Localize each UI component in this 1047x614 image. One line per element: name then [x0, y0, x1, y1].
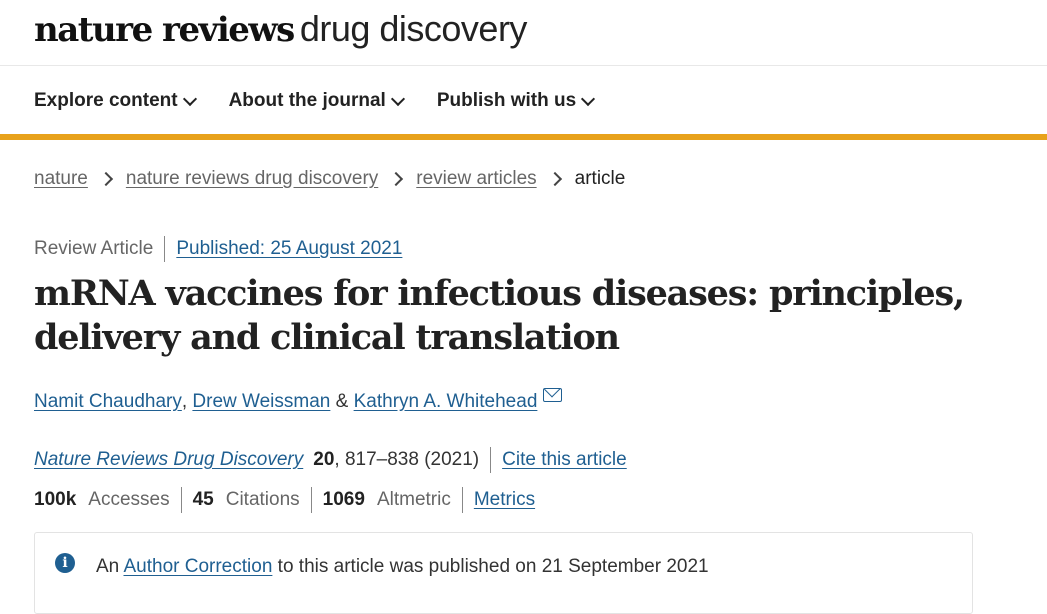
breadcrumb-current: article: [574, 168, 626, 189]
accesses-label: Accesses: [88, 489, 170, 510]
altmetric-score: 1069: [322, 489, 365, 510]
author-separator: &: [330, 391, 354, 412]
site-logo[interactable]: nature reviews drug discovery: [34, 6, 527, 52]
chevron-down-icon: [182, 91, 197, 106]
author-list: Namit Chaudhary, Drew Weissman & Kathryn…: [34, 388, 563, 416]
email-icon[interactable]: [543, 388, 563, 402]
divider: [310, 487, 312, 513]
author-link[interactable]: Drew Weissman: [192, 391, 330, 413]
notice-prefix: An: [96, 556, 124, 577]
article-metrics: 100k Accesses 45 Citations 1069 Altmetri…: [34, 486, 535, 514]
correction-notice: i An Author Correction to this article w…: [34, 532, 973, 614]
chevron-down-icon: [390, 91, 405, 106]
citation-line: Nature Reviews Drug Discovery 20, 817–83…: [34, 446, 627, 474]
pages-year: , 817–838 (2021): [334, 449, 480, 470]
cite-this-article-link[interactable]: Cite this article: [502, 449, 627, 471]
article-meta: Review Article Published: 25 August 2021: [34, 236, 402, 262]
accent-bar: [0, 134, 1047, 140]
author-link[interactable]: Namit Chaudhary: [34, 391, 182, 413]
journal-link[interactable]: Nature Reviews Drug Discovery: [34, 449, 303, 471]
nav-label: About the journal: [228, 90, 386, 111]
info-icon: i: [55, 553, 75, 573]
chevron-right-icon: [98, 171, 113, 187]
divider: [461, 487, 463, 513]
notice-text: An Author Correction to this article was…: [96, 556, 709, 578]
author-separator: ,: [181, 391, 193, 412]
breadcrumb-nature[interactable]: nature: [34, 168, 88, 190]
breadcrumb-journal[interactable]: nature reviews drug discovery: [126, 168, 378, 190]
citations-count: 45: [192, 489, 214, 510]
nav-label: Explore content: [34, 90, 178, 111]
breadcrumb-review-articles[interactable]: review articles: [416, 168, 536, 190]
accesses-count: 100k: [34, 489, 77, 510]
divider: [180, 487, 182, 513]
article-title: mRNA vaccines for infectious diseases: p…: [34, 273, 965, 358]
journal-name: drug discovery: [299, 8, 528, 49]
citations-label: Citations: [225, 489, 300, 510]
nav-label: Publish with us: [436, 90, 577, 111]
chevron-right-icon: [547, 171, 562, 187]
main-nav: Explore content About the journal Publis…: [34, 86, 596, 116]
nav-publish-with-us[interactable]: Publish with us: [436, 86, 596, 116]
article-type: Review Article: [34, 238, 154, 259]
author-link[interactable]: Kathryn A. Whitehead: [354, 391, 538, 413]
brand-name: nature reviews: [34, 10, 295, 50]
volume: 20: [313, 449, 335, 470]
notice-suffix: to this article was published on 21 Sept…: [272, 556, 709, 577]
author-correction-link[interactable]: Author Correction: [123, 556, 272, 577]
metrics-link[interactable]: Metrics: [474, 489, 535, 511]
nav-about-journal[interactable]: About the journal: [228, 86, 405, 116]
header-divider: [0, 65, 1047, 66]
published-date-link[interactable]: Published: 25 August 2021: [176, 238, 402, 260]
chevron-right-icon: [389, 171, 404, 187]
divider: [490, 447, 492, 473]
altmetric-label: Altmetric: [376, 489, 451, 510]
divider: [164, 236, 166, 262]
breadcrumb: nature nature reviews drug discovery rev…: [34, 165, 625, 193]
chevron-down-icon: [581, 91, 596, 106]
nav-explore-content[interactable]: Explore content: [34, 86, 197, 116]
